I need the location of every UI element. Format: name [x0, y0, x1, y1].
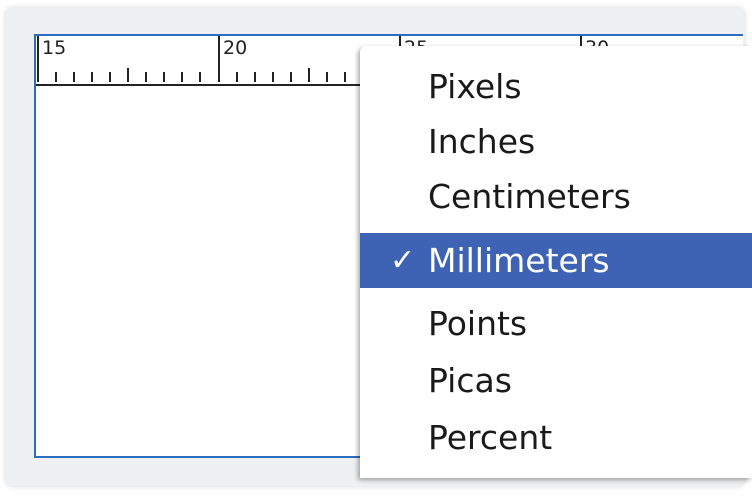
ruler-label-15: 15 — [42, 37, 67, 59]
menu-item-picas[interactable]: Picas — [360, 353, 752, 408]
menu-item-millimeters[interactable]: ✓ Millimeters — [360, 233, 752, 288]
menu-item-percent[interactable]: Percent — [360, 410, 752, 465]
menu-item-label: Inches — [428, 122, 536, 161]
menu-item-centimeters[interactable]: Centimeters — [360, 169, 752, 224]
menu-item-inches[interactable]: Inches — [360, 114, 752, 169]
menu-item-label: Picas — [428, 361, 512, 400]
checkmark-icon: ✓ — [390, 243, 416, 278]
ruler-units-context-menu: Pixels Inches Centimeters ✓ Millimeters … — [360, 46, 752, 478]
menu-item-pixels[interactable]: Pixels — [360, 59, 752, 114]
menu-item-points[interactable]: Points — [360, 296, 752, 351]
menu-item-label: Millimeters — [428, 241, 610, 280]
menu-item-label: Points — [428, 304, 528, 343]
menu-item-label: Centimeters — [428, 177, 631, 216]
ruler-label-20: 20 — [223, 37, 248, 59]
menu-item-label: Pixels — [428, 67, 522, 106]
menu-item-label: Percent — [428, 418, 553, 457]
